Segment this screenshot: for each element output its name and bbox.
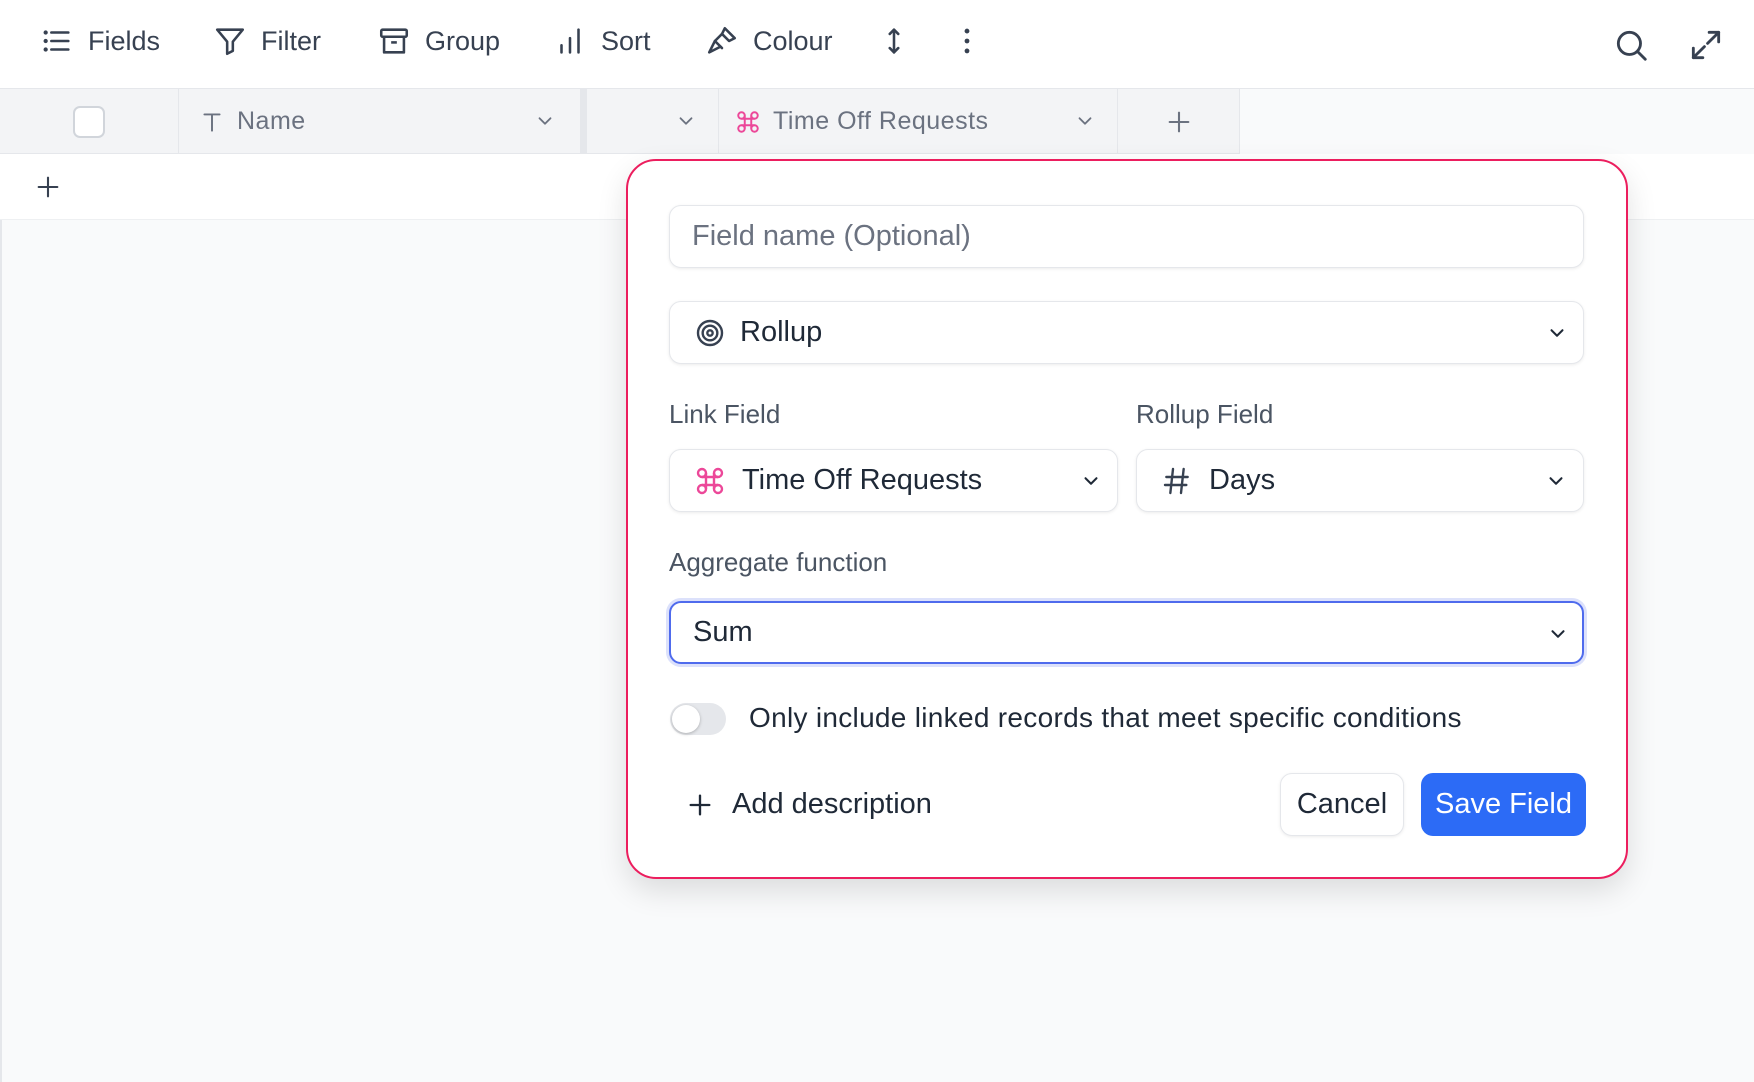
expand-icon <box>1691 30 1721 60</box>
link-icon <box>737 110 759 133</box>
hash-icon <box>1163 467 1189 494</box>
rollup-field-value: Days <box>1209 464 1276 496</box>
search-icon <box>1616 30 1647 61</box>
plus-icon <box>1168 111 1189 132</box>
cancel-button[interactable]: Cancel <box>1280 773 1404 836</box>
toggle-knob <box>672 705 700 733</box>
select-all-checkbox[interactable] <box>73 105 105 138</box>
conditions-toggle[interactable] <box>670 703 726 735</box>
field-editor-popup: Field name (Optional) Rollup Link Field … <box>626 159 1628 879</box>
field-type-value: Rollup <box>740 316 823 348</box>
field-name-placeholder: Field name (Optional) <box>692 220 971 252</box>
select-all-cell <box>0 89 179 154</box>
sort-label: Sort <box>601 25 651 56</box>
text-type-icon <box>203 112 221 132</box>
plus-icon <box>689 794 711 815</box>
filter-icon <box>215 28 245 56</box>
search-button[interactable] <box>1612 26 1650 64</box>
grid-header: Name Time Off Requests <box>0 89 1240 154</box>
chevron-down-icon[interactable] <box>675 110 697 132</box>
link-icon <box>696 467 724 494</box>
more-options-button[interactable] <box>950 24 984 58</box>
link-field-value: Time Off Requests <box>742 464 983 496</box>
chevron-down-icon <box>1084 477 1098 485</box>
add-column-button[interactable] <box>1118 89 1240 154</box>
archive-icon <box>379 28 409 54</box>
rollup-field-label: Rollup Field <box>1136 399 1274 429</box>
column-time-off-label: Time Off Requests <box>773 107 989 135</box>
save-field-button[interactable]: Save Field <box>1421 773 1586 836</box>
row-height-button[interactable] <box>877 24 911 58</box>
more-vertical-icon <box>964 28 970 54</box>
column-header-unnamed[interactable] <box>587 89 719 154</box>
filter-label: Filter <box>261 25 321 56</box>
arrows-vertical-icon <box>888 28 900 54</box>
chevron-down-icon <box>1549 477 1563 485</box>
paintbrush-icon <box>707 26 737 54</box>
chevron-down-icon[interactable] <box>1074 110 1096 132</box>
column-header-time-off-requests[interactable]: Time Off Requests <box>719 89 1118 154</box>
rollup-spiral-icon <box>696 319 724 346</box>
chevron-down-icon <box>1551 630 1565 638</box>
conditions-toggle-label: Only include linked records that meet sp… <box>749 702 1462 733</box>
fields-button[interactable]: Fields <box>40 24 160 58</box>
add-description-button[interactable]: Add description <box>686 773 932 836</box>
aggregate-function-value: Sum <box>693 616 753 648</box>
fields-label: Fields <box>88 25 161 56</box>
toolbar: Fields Filter Group Sort Colour <box>0 0 1754 89</box>
aggregate-function-select[interactable]: Sum <box>669 601 1584 664</box>
plus-icon <box>37 176 59 198</box>
expand-button[interactable] <box>1687 26 1725 64</box>
link-field-select[interactable]: Time Off Requests <box>669 449 1118 512</box>
group-button[interactable]: Group <box>377 24 500 58</box>
list-icon <box>43 30 70 52</box>
colour-label: Colour <box>753 25 833 56</box>
bar-chart-icon <box>560 28 580 54</box>
column-name-label: Name <box>237 107 306 135</box>
add-row-button[interactable] <box>34 173 62 201</box>
left-border <box>0 89 2 1082</box>
aggregate-function-label: Aggregate function <box>669 547 888 577</box>
rollup-field-select[interactable]: Days <box>1136 449 1584 512</box>
group-label: Group <box>425 25 501 56</box>
field-type-select[interactable]: Rollup <box>669 301 1584 364</box>
link-field-label: Link Field <box>669 399 781 429</box>
chevron-down-icon[interactable] <box>534 110 556 132</box>
add-description-label: Add description <box>732 788 932 820</box>
filter-button[interactable]: Filter <box>213 24 321 58</box>
field-name-input[interactable]: Field name (Optional) <box>669 205 1584 268</box>
sort-button[interactable]: Sort <box>553 24 651 58</box>
colour-button[interactable]: Colour <box>705 24 833 58</box>
column-header-name[interactable]: Name <box>179 89 581 154</box>
chevron-down-icon <box>1550 329 1564 337</box>
